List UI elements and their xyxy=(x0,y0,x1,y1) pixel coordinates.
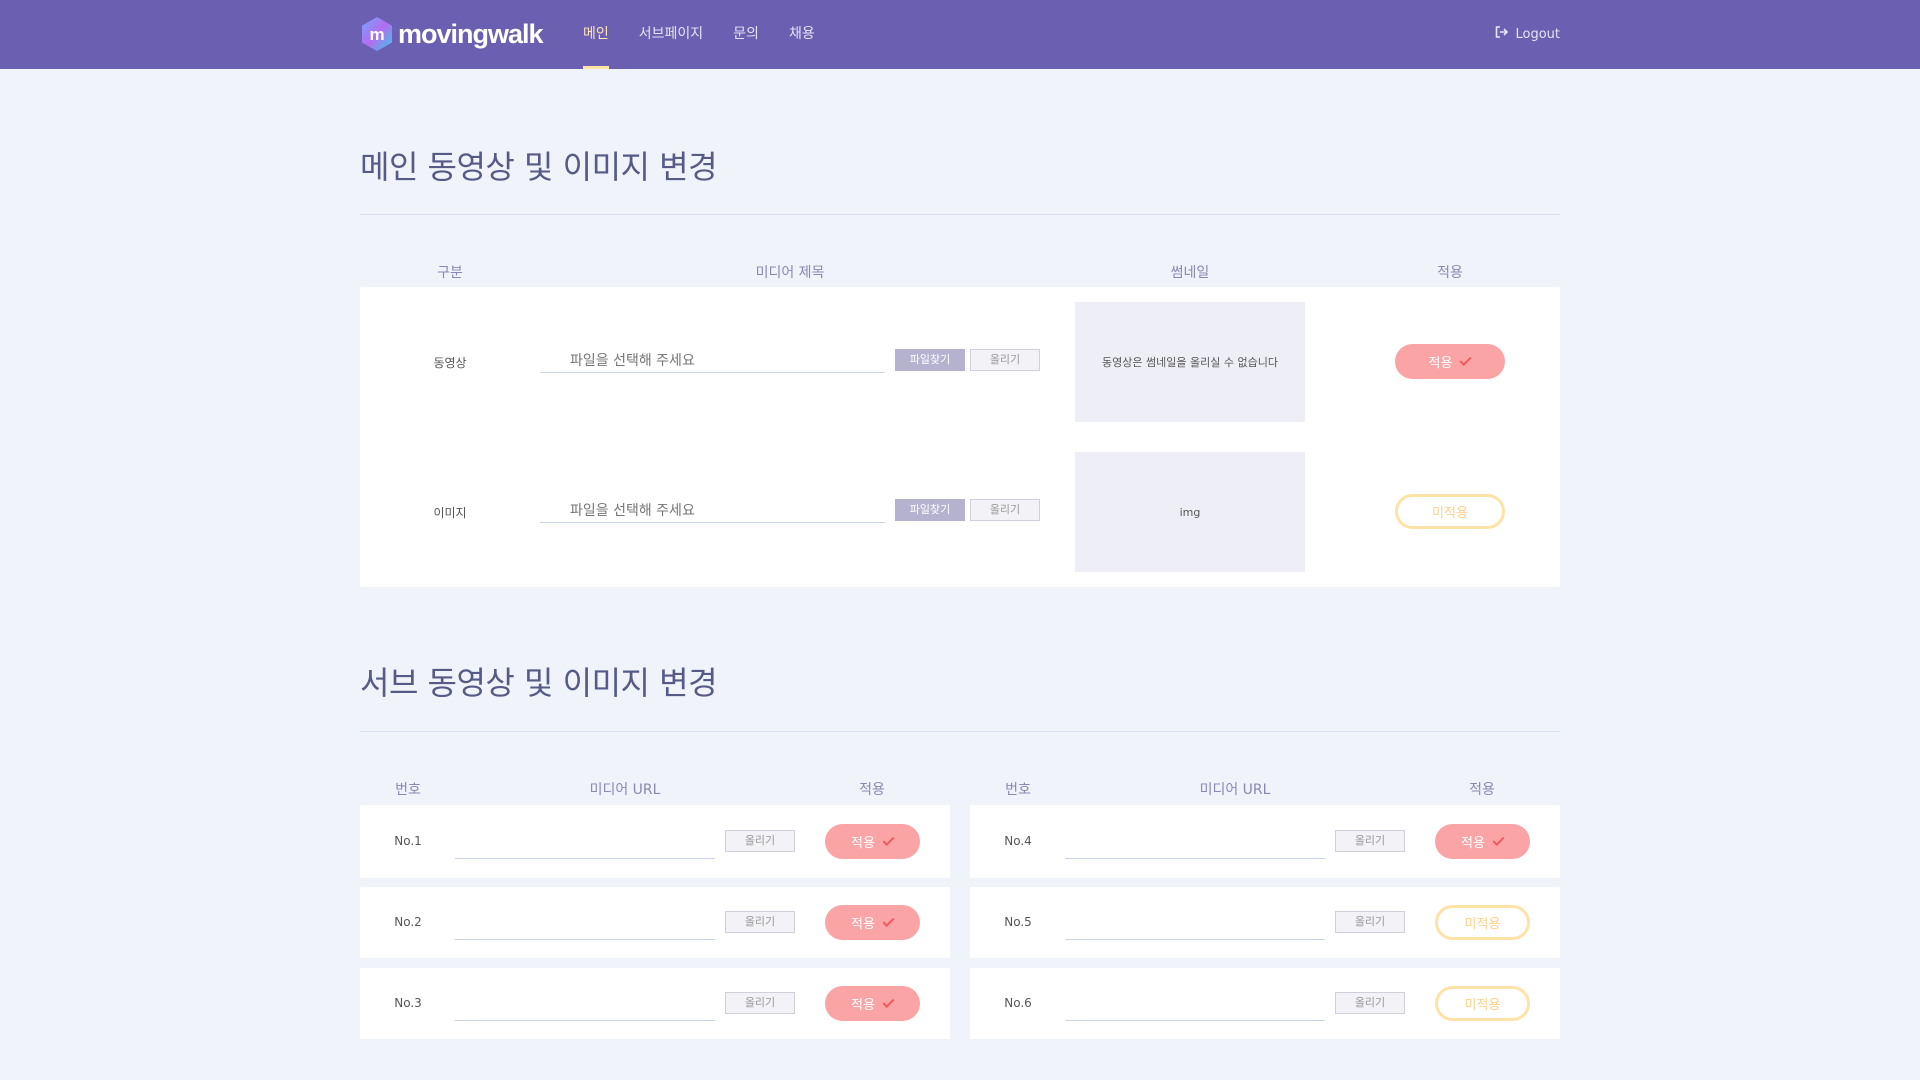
check-icon xyxy=(1459,353,1472,366)
brand-name: movingwalk xyxy=(398,18,544,49)
col-header-apply-left: 적용 xyxy=(859,782,885,798)
sub-row-3: No.3 올리기 적용 xyxy=(360,968,950,1039)
image-upload-button[interactable]: 올리기 xyxy=(970,499,1040,521)
col-header-url-left: 미디어 URL xyxy=(589,782,661,798)
main-media-panel: 동영상 파일찾기 올리기 동영상은 썸네일을 올리실 수 없습니다 적용 이미지… xyxy=(360,287,1560,587)
media-url-input[interactable] xyxy=(1065,991,1325,1021)
apply-label: 미적용 xyxy=(1432,506,1468,521)
video-find-file-button[interactable]: 파일찾기 xyxy=(895,349,965,371)
col-header-no-right: 번호 xyxy=(1005,782,1031,798)
check-icon xyxy=(1492,833,1505,846)
row-number: No.4 xyxy=(1004,834,1032,848)
check-icon xyxy=(882,833,895,846)
apply-label: 적용 xyxy=(851,917,875,932)
upload-button[interactable]: 올리기 xyxy=(1335,911,1405,933)
row-number: No.3 xyxy=(394,996,422,1010)
apply-label: 미적용 xyxy=(1464,917,1501,932)
nav-item-main[interactable]: 메인 xyxy=(583,0,609,69)
apply-label: 적용 xyxy=(851,836,875,851)
image-find-file-button[interactable]: 파일찾기 xyxy=(895,499,965,521)
apply-label: 적용 xyxy=(1428,356,1453,371)
apply-toggle[interactable]: 적용 xyxy=(825,824,920,859)
media-url-input[interactable] xyxy=(455,991,715,1021)
row-number: No.2 xyxy=(394,915,422,929)
logo-mark: m xyxy=(369,25,384,44)
upload-button[interactable]: 올리기 xyxy=(725,830,795,852)
apply-toggle[interactable]: 적용 xyxy=(825,986,920,1021)
sub-row-2: No.2 올리기 적용 xyxy=(360,887,950,958)
col-header-url-right: 미디어 URL xyxy=(1199,782,1271,798)
sub-row-6: No.6 올리기 미적용 xyxy=(970,968,1560,1039)
top-navbar: m movingwalk 메인 서브페이지 문의 채용 Logout xyxy=(0,0,1920,69)
logo-hexagon-icon: m xyxy=(360,16,394,52)
upload-button[interactable]: 올리기 xyxy=(1335,992,1405,1014)
sub-section-divider xyxy=(360,731,1560,732)
video-file-input[interactable] xyxy=(540,349,885,373)
row-number: No.1 xyxy=(394,834,422,848)
row-number: No.6 xyxy=(1004,996,1032,1010)
image-thumbnail: img xyxy=(1075,452,1305,572)
col-header-thumbnail: 썸네일 xyxy=(1170,265,1210,281)
sign-out-icon xyxy=(1495,0,1509,69)
upload-button[interactable]: 올리기 xyxy=(725,911,795,933)
check-icon xyxy=(882,914,895,927)
row-number: No.5 xyxy=(1004,915,1032,929)
col-header-apply: 적용 xyxy=(1437,265,1463,281)
apply-toggle[interactable]: 미적용 xyxy=(1435,905,1530,940)
sub-row-1: No.1 올리기 적용 xyxy=(360,805,950,878)
col-header-type: 구분 xyxy=(437,265,463,281)
image-file-input[interactable] xyxy=(540,499,885,523)
apply-toggle[interactable]: 적용 xyxy=(825,905,920,940)
col-header-no-left: 번호 xyxy=(395,782,421,798)
apply-toggle[interactable]: 미적용 xyxy=(1435,986,1530,1021)
col-header-media-title: 미디어 제목 xyxy=(755,265,825,281)
col-header-apply-right: 적용 xyxy=(1469,782,1495,798)
main-section-divider xyxy=(360,214,1560,215)
video-apply-toggle[interactable]: 적용 xyxy=(1395,344,1505,379)
brand-logo[interactable]: m movingwalk xyxy=(360,14,544,54)
media-url-input[interactable] xyxy=(1065,829,1325,859)
media-url-input[interactable] xyxy=(1065,910,1325,940)
nav-item-recruit[interactable]: 채용 xyxy=(789,0,815,69)
logout-label: Logout xyxy=(1515,27,1560,42)
upload-button[interactable]: 올리기 xyxy=(725,992,795,1014)
sub-section-title: 서브 동영상 및 이미지 변경 xyxy=(360,664,718,702)
check-icon xyxy=(882,995,895,1008)
upload-button[interactable]: 올리기 xyxy=(1335,830,1405,852)
logout-button[interactable]: Logout xyxy=(1495,0,1560,69)
image-apply-toggle[interactable]: 미적용 xyxy=(1395,494,1505,529)
main-section-title: 메인 동영상 및 이미지 변경 xyxy=(360,148,718,186)
main-nav: 메인 서브페이지 문의 채용 xyxy=(583,0,845,69)
row-type-video: 동영상 xyxy=(433,356,467,370)
video-thumbnail: 동영상은 썸네일을 올리실 수 없습니다 xyxy=(1075,302,1305,422)
media-url-input[interactable] xyxy=(455,910,715,940)
apply-label: 미적용 xyxy=(1464,998,1501,1013)
sub-row-4: No.4 올리기 적용 xyxy=(970,805,1560,878)
sub-row-5: No.5 올리기 미적용 xyxy=(970,887,1560,958)
apply-toggle[interactable]: 적용 xyxy=(1435,824,1530,859)
apply-label: 적용 xyxy=(1461,836,1485,851)
row-type-image: 이미지 xyxy=(433,506,467,520)
nav-item-contact[interactable]: 문의 xyxy=(733,0,759,69)
media-url-input[interactable] xyxy=(455,829,715,859)
apply-label: 적용 xyxy=(851,998,875,1013)
video-upload-button[interactable]: 올리기 xyxy=(970,349,1040,371)
nav-item-subpage[interactable]: 서브페이지 xyxy=(639,0,703,69)
